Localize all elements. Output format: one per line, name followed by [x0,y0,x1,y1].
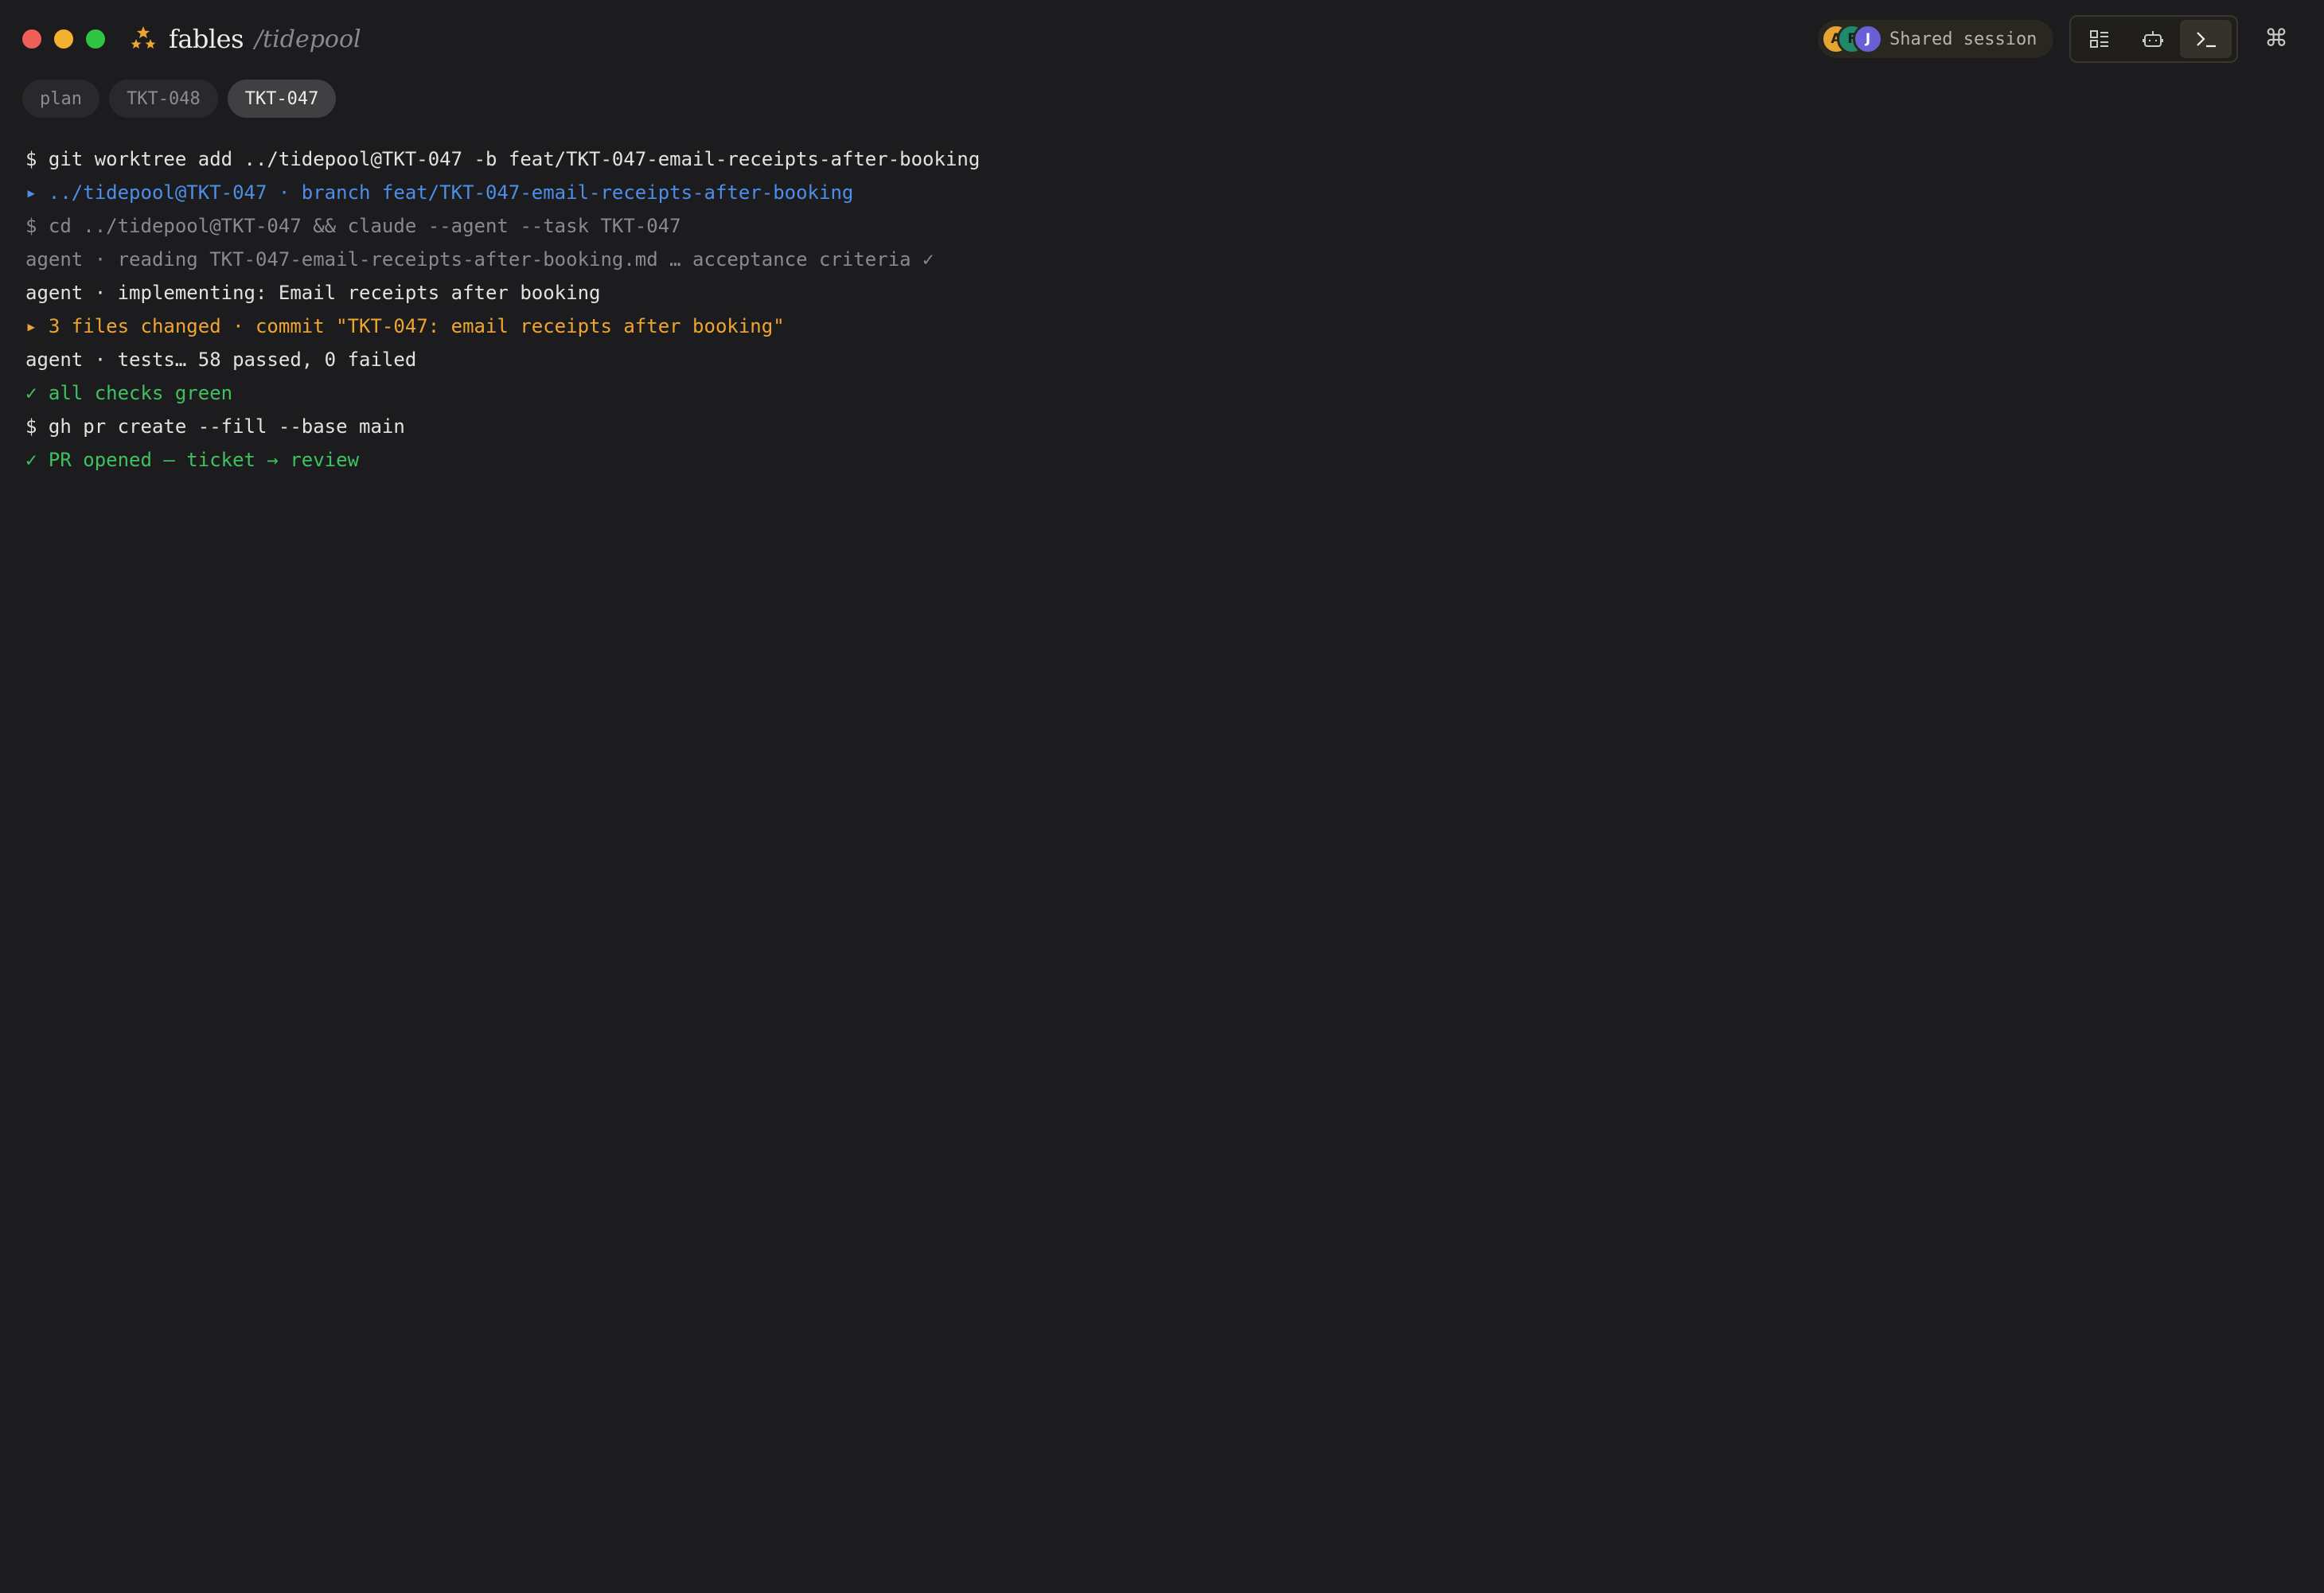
board-icon [2090,30,2109,48]
view-switcher [2069,15,2238,63]
terminal-line: $ git worktree add ../tidepool@TKT-047 -… [25,148,981,170]
terminal-line: agent · tests… 58 passed, 0 failed [25,349,417,371]
terminal-line: $ gh pr create --fill --base main [25,415,405,438]
minimize-window-button[interactable] [54,29,73,49]
terminal-line: agent · reading TKT-047-email-receipts-a… [25,248,934,271]
terminal-icon [2196,32,2216,48]
terminal-line: agent · implementing: Email receipts aft… [25,282,601,304]
avatar[interactable]: J [1853,24,1883,54]
tab-tkt-047[interactable]: TKT-047 [227,80,337,118]
tab-bar: plan TKT-048 TKT-047 [22,80,345,118]
terminal-line: ✓ all checks green [25,382,233,404]
shared-session-pill[interactable]: A F J Shared session [1818,20,2053,58]
shared-session-label: Shared session [1889,29,2037,49]
terminal-line: ▸ 3 files changed · commit "TKT-047: ema… [25,315,785,337]
tab-tkt-048[interactable]: TKT-048 [108,80,218,118]
participant-avatars: A F J [1818,20,1889,58]
terminal-output[interactable]: $ git worktree add ../tidepool@TKT-047 -… [25,142,2286,477]
terminal-view-button[interactable] [2180,20,2232,58]
agent-view-button[interactable] [2127,20,2179,58]
close-window-button[interactable] [22,29,41,49]
app-name: fables [169,24,244,54]
agent-icon [2143,31,2163,47]
terminal-line: ▸ ../tidepool@TKT-047 · branch feat/TKT-… [25,181,854,204]
maximize-window-button[interactable] [86,29,105,49]
terminal-line: ✓ PR opened — ticket → review [25,449,360,471]
sparkles-logo-icon [131,26,156,49]
project-path[interactable]: /tidepool [255,25,361,53]
tab-plan[interactable]: plan [22,80,99,118]
app-brand: fables /tidepool [131,19,361,59]
terminal-line: $ cd ../tidepool@TKT-047 && claude --age… [25,215,681,237]
command-palette-icon[interactable]: ⌘ [2262,22,2291,54]
title-bar: fables /tidepool A F J Shared session ⌘ [0,0,2324,80]
board-view-button[interactable] [2074,20,2126,58]
